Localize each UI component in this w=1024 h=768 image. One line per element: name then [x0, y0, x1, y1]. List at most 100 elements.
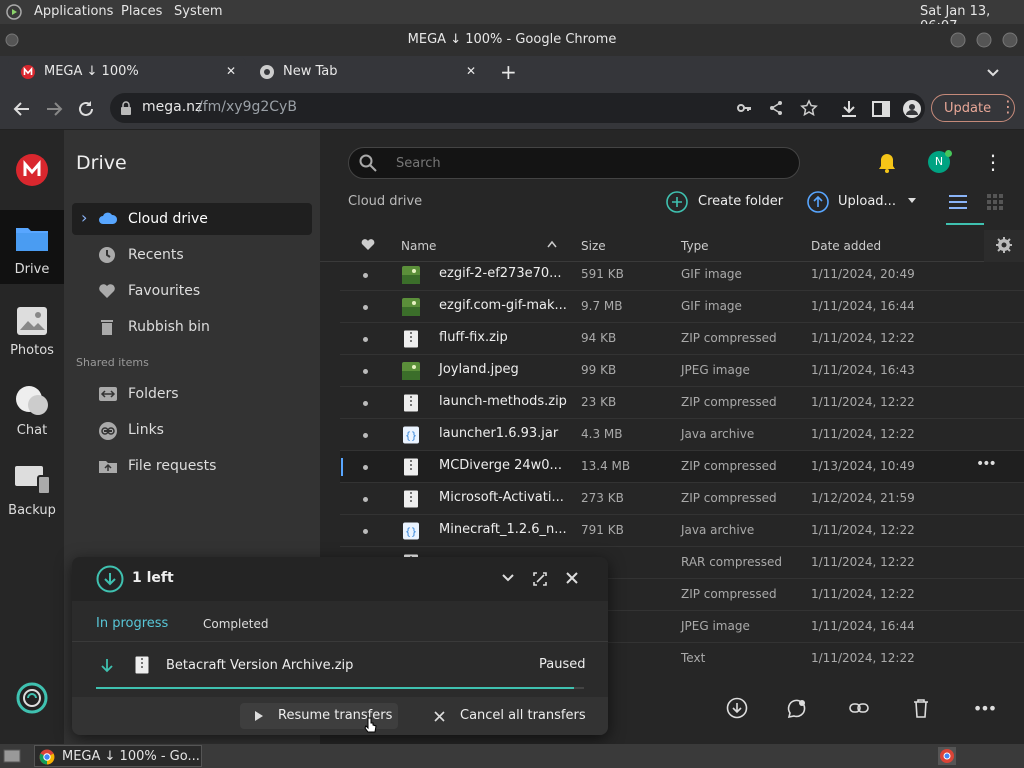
expand-icon[interactable]: [533, 572, 547, 586]
breadcrumb[interactable]: Cloud drive: [348, 194, 422, 209]
upload-button[interactable]: Upload...: [807, 191, 919, 213]
show-desktop-icon[interactable]: [3, 748, 21, 764]
transfer-row[interactable]: Betacraft Version Archive.zip Paused: [72, 643, 608, 693]
window-title-bar: MEGA ↓ 100% - Google Chrome: [0, 24, 1024, 56]
rail-backup[interactable]: Backup: [0, 460, 64, 534]
table-row[interactable]: Joyland.jpeg 99 KB JPEG image 1/11/2024, 16…: [340, 355, 1024, 387]
sidebar-item-folders[interactable]: Folders: [72, 378, 312, 410]
sidebar-item-rubbish-bin[interactable]: Rubbish bin: [72, 311, 312, 343]
favourite-dot[interactable]: [363, 465, 368, 470]
tab-in-progress[interactable]: In progress: [96, 616, 168, 631]
create-folder-button[interactable]: Create folder: [666, 191, 786, 213]
favourite-dot[interactable]: [363, 305, 368, 310]
system-logo-icon[interactable]: [6, 4, 22, 20]
sort-up-icon[interactable]: [547, 240, 557, 248]
more-actions-icon[interactable]: •••: [972, 697, 997, 721]
reload-icon[interactable]: [76, 99, 96, 119]
tab-mega[interactable]: MEGA ↓ 100% ✕: [8, 56, 246, 88]
side-panel-icon[interactable]: [871, 99, 891, 119]
lock-icon[interactable]: [120, 101, 132, 115]
share-icon[interactable]: [768, 100, 784, 116]
favourite-dot[interactable]: [363, 497, 368, 502]
tray-chrome-icon[interactable]: [938, 747, 956, 765]
favourite-dot[interactable]: [363, 337, 368, 342]
rail-chat[interactable]: Chat: [0, 380, 64, 454]
table-row[interactable]: Microsoft-Activati... 273 KB ZIP compresse…: [340, 483, 1024, 515]
tab-new-tab[interactable]: New Tab ✕: [248, 56, 488, 88]
get-link-icon[interactable]: [848, 697, 872, 721]
delete-icon[interactable]: [910, 697, 934, 721]
chevron-right-icon[interactable]: ›: [81, 208, 87, 227]
more-menu-icon[interactable]: ⋮: [983, 150, 1003, 174]
update-button[interactable]: Update ⋮: [931, 94, 1016, 122]
new-tab-button[interactable]: +: [500, 60, 517, 84]
column-name[interactable]: Name: [401, 239, 436, 253]
file-type: GIF image: [681, 267, 742, 281]
file-name: Minecraft_1.2.6_n...: [439, 522, 567, 537]
column-date[interactable]: Date added: [811, 239, 881, 253]
sidebar-item-links[interactable]: Links: [72, 414, 312, 446]
search-input[interactable]: Search: [348, 147, 800, 179]
sync-status-icon[interactable]: [16, 682, 48, 714]
tab-search-chevron-icon[interactable]: [985, 64, 1001, 80]
menu-system[interactable]: System: [174, 4, 222, 19]
favourite-dot[interactable]: [363, 529, 368, 534]
divider: [72, 641, 608, 642]
profile-icon[interactable]: [902, 99, 922, 119]
table-row[interactable]: {} Minecraft_1.2.6_n... 791 KB Java archive…: [340, 515, 1024, 547]
taskbar-window-label: MEGA ↓ 100% - Go...: [62, 749, 200, 764]
list-view-icon[interactable]: [948, 194, 968, 210]
bookmark-star-icon[interactable]: [800, 99, 818, 117]
table-row[interactable]: ezgif.com-gif-mak... 9.7 MB GIF image 1/11/…: [340, 291, 1024, 323]
menu-places[interactable]: Places: [121, 4, 162, 19]
tab-completed[interactable]: Completed: [203, 617, 268, 631]
share-user-icon[interactable]: [786, 697, 810, 721]
back-icon[interactable]: [12, 99, 32, 119]
sidebar-item-recents[interactable]: Recents: [72, 239, 312, 271]
minimize-icon[interactable]: [950, 32, 966, 48]
taskbar-window-button[interactable]: MEGA ↓ 100% - Go...: [34, 745, 202, 767]
table-row[interactable]: launch-methods.zip 23 KB ZIP compressed 1/1…: [340, 387, 1024, 419]
create-folder-label: Create folder: [698, 194, 784, 209]
gear-icon: [996, 237, 1012, 253]
tab-close-icon[interactable]: ✕: [226, 64, 236, 78]
collapse-chevron-icon[interactable]: [502, 573, 514, 583]
table-row[interactable]: MCDiverge 24w0... 13.4 MB ZIP compressed 1/…: [340, 451, 1024, 483]
sidebar-item-cloud-drive[interactable]: › Cloud drive: [72, 203, 312, 235]
downloads-icon[interactable]: [839, 99, 859, 119]
notification-bell-icon[interactable]: [877, 152, 897, 174]
favourite-column-icon[interactable]: [361, 239, 375, 251]
favourite-dot[interactable]: [363, 369, 368, 374]
window-title: MEGA ↓ 100% - Google Chrome: [407, 32, 617, 47]
sidebar-item-label: Links: [128, 422, 164, 438]
column-settings[interactable]: [984, 230, 1024, 262]
forward-icon[interactable]: [44, 99, 64, 119]
address-bar[interactable]: mega.nz /fm/xy9g2CyB: [110, 93, 925, 123]
favourite-dot[interactable]: [363, 433, 368, 438]
favourite-dot[interactable]: [363, 273, 368, 278]
sidebar-item-favourites[interactable]: Favourites: [72, 275, 312, 307]
file-date: 1/11/2024, 12:22: [811, 395, 915, 409]
grid-view-icon[interactable]: [987, 194, 1003, 210]
file-date: 1/11/2024, 12:22: [811, 555, 915, 569]
table-row[interactable]: ezgif-2-ef273e70... 591 KB GIF image 1/11/2…: [340, 262, 1024, 291]
row-more-icon[interactable]: •••: [976, 456, 997, 472]
column-size[interactable]: Size: [581, 239, 606, 253]
menu-applications[interactable]: Applications: [34, 4, 113, 19]
rail-photos[interactable]: Photos: [0, 300, 64, 374]
table-row[interactable]: {} launcher1.6.93.jar 4.3 MB Java archive 1/…: [340, 419, 1024, 451]
sidebar-item-file-requests[interactable]: File requests: [72, 450, 312, 482]
table-row[interactable]: fluff-fix.zip 94 KB ZIP compressed 1/11/202…: [340, 323, 1024, 355]
cancel-all-transfers-button[interactable]: Cancel all transfers: [428, 703, 588, 729]
tab-close-icon[interactable]: ✕: [466, 64, 476, 78]
mega-logo-icon[interactable]: [16, 154, 48, 186]
maximize-icon[interactable]: [976, 32, 992, 48]
download-circle-icon[interactable]: [726, 697, 750, 721]
rail-drive[interactable]: Drive: [0, 210, 64, 284]
favourite-dot[interactable]: [363, 401, 368, 406]
close-window-icon[interactable]: [1002, 32, 1018, 48]
close-panel-icon[interactable]: [566, 572, 578, 584]
browser-menu-icon[interactable]: ⋮: [1000, 97, 1016, 116]
column-type[interactable]: Type: [681, 239, 709, 253]
key-icon[interactable]: [736, 100, 752, 116]
